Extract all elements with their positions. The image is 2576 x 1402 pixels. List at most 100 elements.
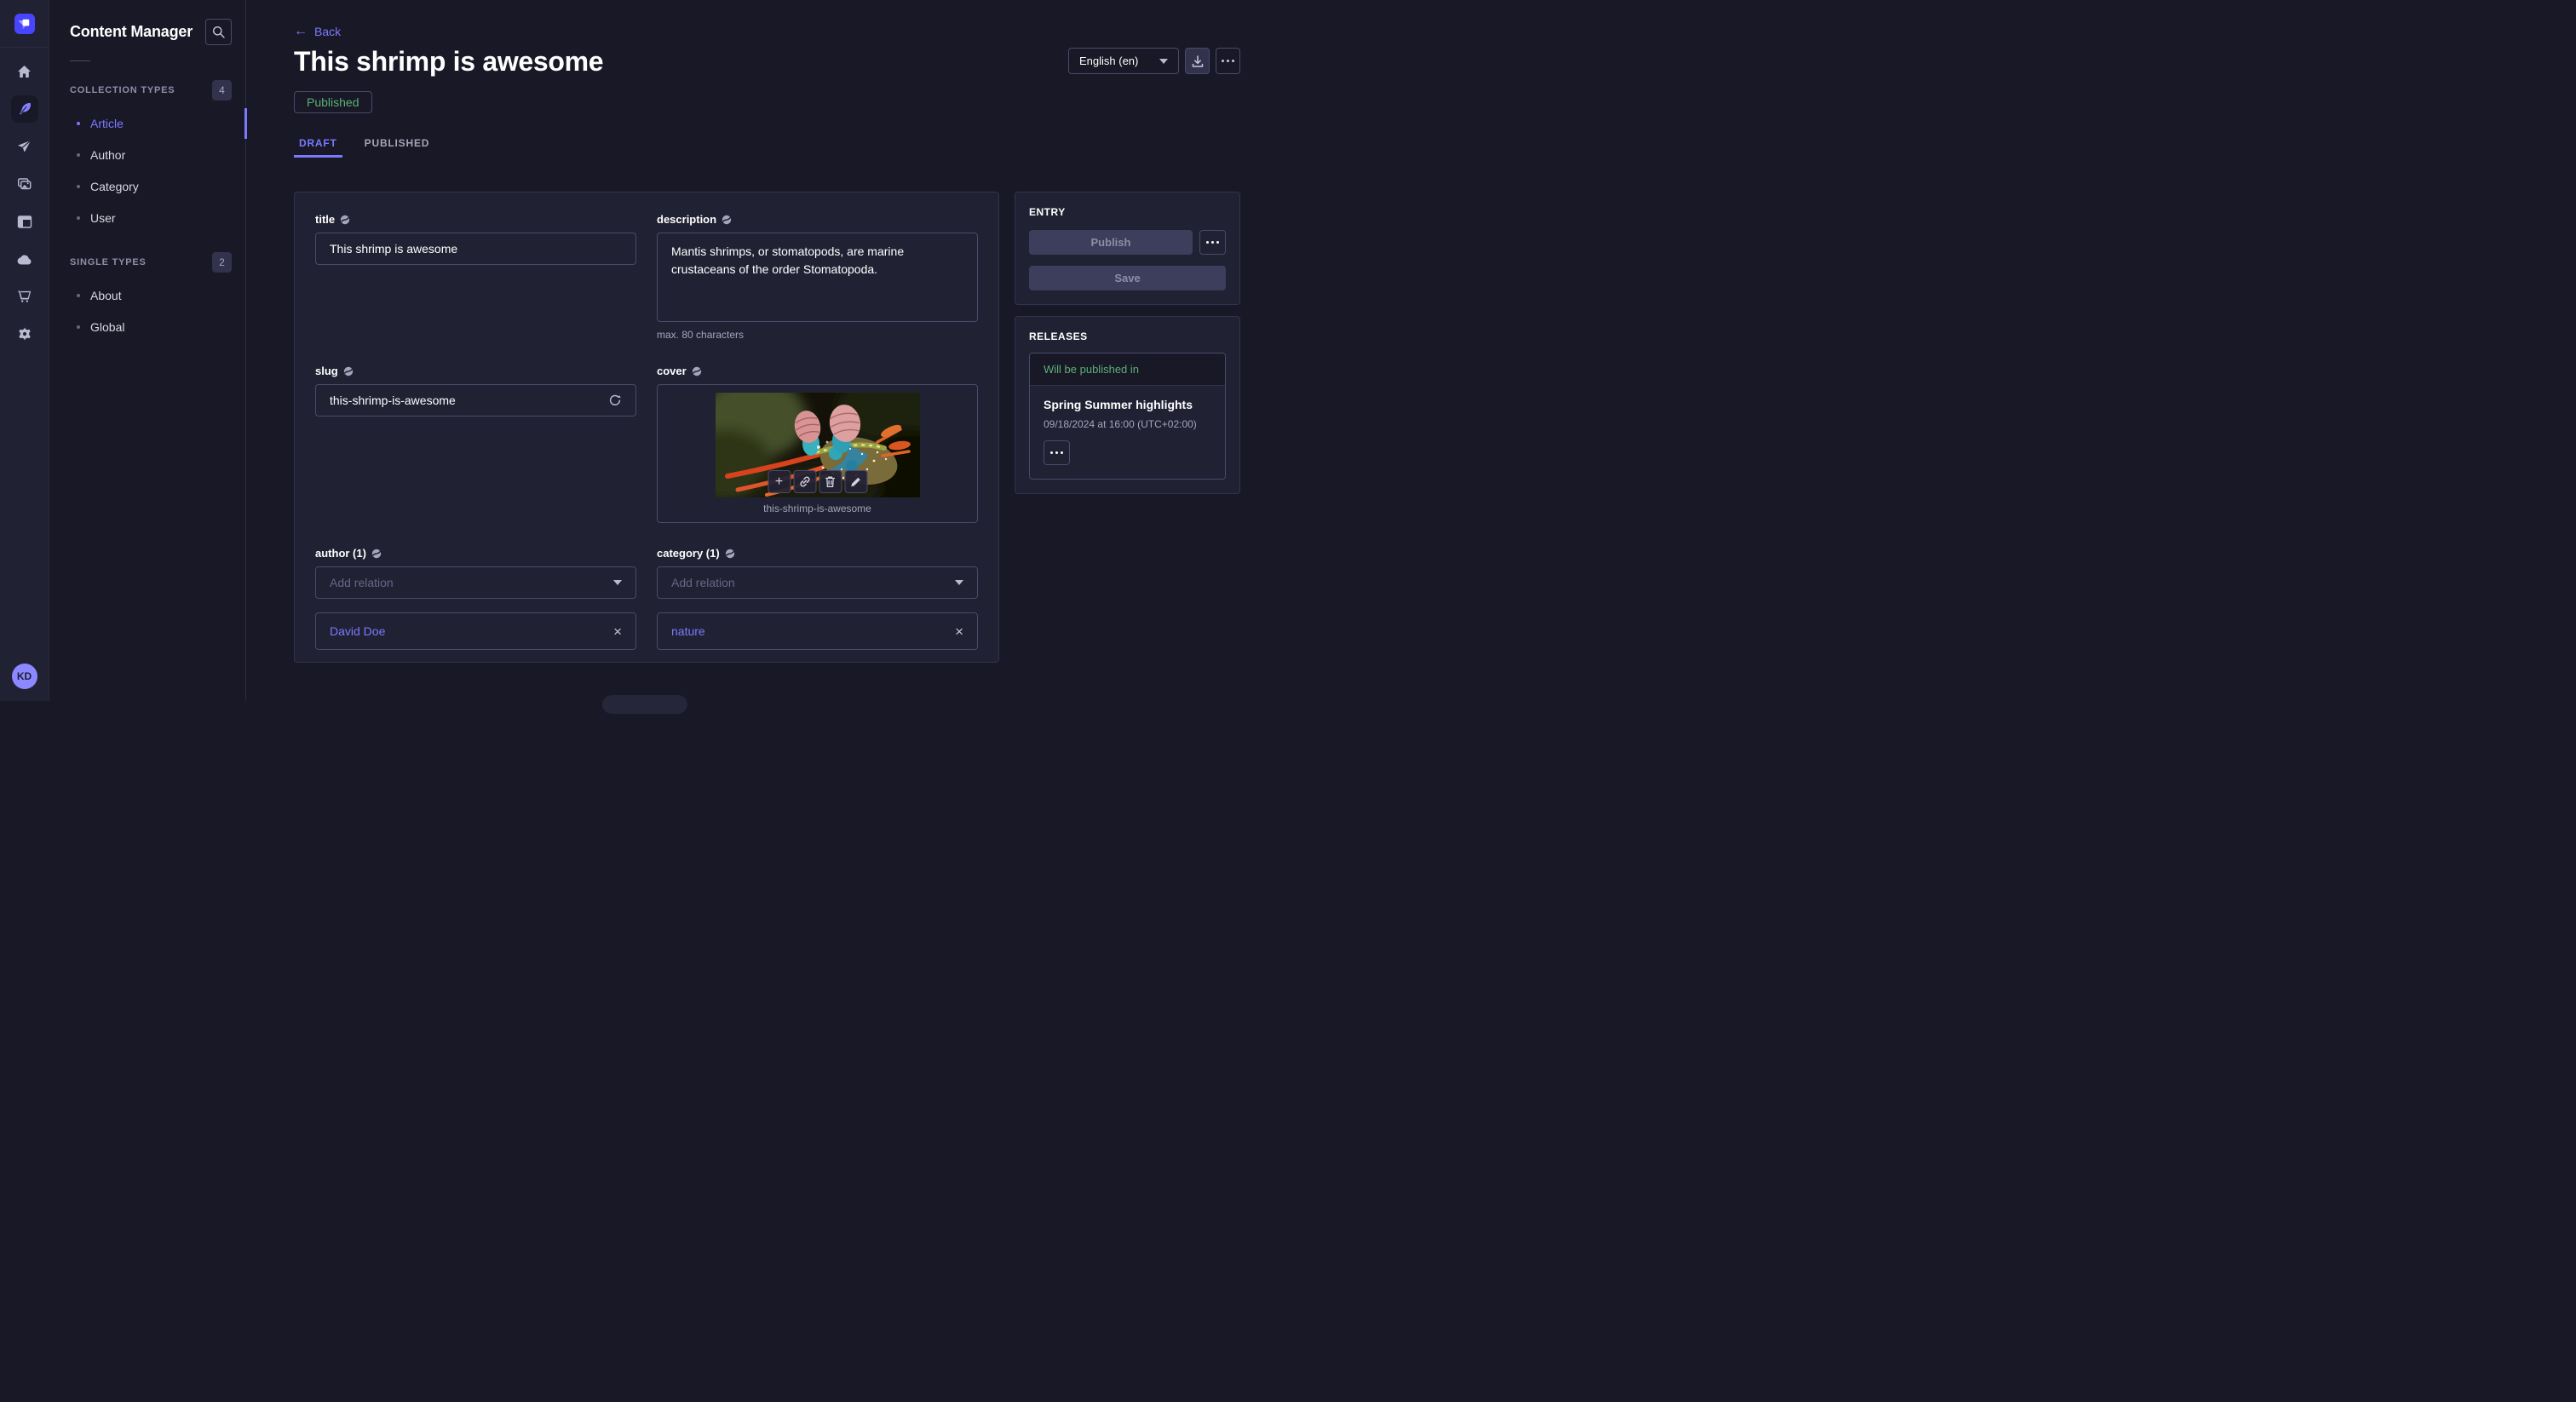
right-sidebar: ENTRY Publish Save RELEASES Will be publ…: [1015, 192, 1240, 494]
search-icon: [212, 26, 225, 38]
sidebar-item-author[interactable]: Author: [49, 139, 245, 170]
description-textarea[interactable]: Mantis shrimps, or stomatopods, are mari…: [657, 233, 978, 322]
field-slug: slug this-shrimp-is-awesome: [315, 365, 636, 523]
category-relation-item: nature ×: [657, 612, 978, 650]
remove-category-relation-icon[interactable]: ×: [955, 624, 963, 639]
back-link[interactable]: ← Back: [294, 25, 341, 38]
title-field-label: title: [315, 213, 335, 226]
edit-asset-button[interactable]: [844, 470, 867, 493]
release-card: Will be published in Spring Summer highl…: [1029, 353, 1226, 480]
field-title: title This shrimp is awesome: [315, 213, 636, 341]
category-relation-select[interactable]: Add relation: [657, 566, 978, 599]
sidebar-item-label: User: [90, 211, 116, 225]
field-author: author (1) Add relation David Doe ×: [315, 547, 636, 650]
single-types-label: SINGLE TYPES: [70, 257, 147, 267]
user-avatar[interactable]: KD: [12, 664, 37, 689]
bullet-icon: [77, 122, 80, 125]
slug-field-label: slug: [315, 365, 338, 377]
globe-icon: [722, 215, 732, 225]
author-relation-select[interactable]: Add relation: [315, 566, 636, 599]
entry-form-card: title This shrimp is awesome description: [294, 192, 999, 663]
rail-icon-list: [11, 58, 38, 348]
cover-image[interactable]: +: [716, 393, 920, 497]
cover-field-label: cover: [657, 365, 687, 377]
sidebar-item-about[interactable]: About: [49, 279, 245, 311]
delete-asset-button[interactable]: [819, 470, 842, 493]
entry-more-button[interactable]: [1199, 230, 1226, 255]
home-icon[interactable]: [11, 58, 38, 85]
bullet-icon: [77, 153, 80, 157]
logo-container: [0, 0, 49, 48]
slug-input-value: this-shrimp-is-awesome: [330, 394, 456, 407]
single-types-count-badge: 2: [212, 252, 232, 273]
sidebar-title: Content Manager: [70, 23, 193, 41]
sidebar-item-category[interactable]: Category: [49, 170, 245, 202]
download-button[interactable]: [1185, 48, 1210, 74]
content-manager-icon[interactable]: [11, 95, 38, 123]
strapi-logo[interactable]: [14, 14, 35, 34]
collection-types-count-badge: 4: [212, 80, 232, 101]
entry-panel-title: ENTRY: [1029, 206, 1226, 218]
releases-panel-title: RELEASES: [1029, 330, 1226, 342]
settings-gear-icon[interactable]: [11, 320, 38, 348]
back-label: Back: [314, 25, 341, 38]
author-relation-link[interactable]: David Doe: [330, 624, 385, 638]
bottom-partial-button[interactable]: [602, 695, 687, 714]
chevron-down-icon: [613, 580, 622, 585]
page-title: This shrimp is awesome: [294, 46, 603, 78]
chevron-down-icon: [955, 580, 963, 585]
media-library-icon[interactable]: [11, 170, 38, 198]
trash-icon: [825, 475, 837, 488]
bullet-icon: [77, 294, 80, 297]
search-button[interactable]: [205, 19, 232, 45]
single-types-section: SINGLE TYPES 2 About Global: [49, 252, 245, 342]
copy-link-button[interactable]: [793, 470, 816, 493]
link-icon: [798, 475, 811, 488]
send-icon[interactable]: [11, 133, 38, 160]
sidebar-item-label: Author: [90, 148, 125, 162]
back-arrow-icon: ←: [294, 25, 308, 38]
ellipsis-icon: [1206, 241, 1219, 244]
bullet-icon: [77, 325, 80, 329]
cover-toolbar: +: [768, 470, 867, 493]
bullet-icon: [77, 185, 80, 188]
release-name: Spring Summer highlights: [1044, 398, 1211, 411]
release-status: Will be published in: [1030, 353, 1225, 386]
description-hint: max. 80 characters: [657, 329, 978, 341]
sidebar-item-label: About: [90, 289, 122, 302]
status-badge: Published: [294, 91, 372, 113]
title-input[interactable]: This shrimp is awesome: [315, 233, 636, 265]
tab-draft[interactable]: DRAFT: [294, 137, 342, 158]
ellipsis-icon: [1050, 451, 1063, 454]
locale-select[interactable]: English (en): [1068, 48, 1179, 74]
bullet-icon: [77, 216, 80, 220]
sidebar-item-global[interactable]: Global: [49, 311, 245, 342]
sidebar-item-user[interactable]: User: [49, 202, 245, 233]
regenerate-slug-icon[interactable]: [608, 394, 622, 407]
content-type-builder-icon[interactable]: [11, 208, 38, 235]
globe-icon: [340, 215, 350, 225]
cloud-icon[interactable]: [11, 245, 38, 273]
field-category: category (1) Add relation nature ×: [657, 547, 978, 650]
save-button[interactable]: Save: [1029, 266, 1226, 290]
header-more-button[interactable]: [1216, 48, 1240, 74]
globe-icon: [371, 549, 382, 559]
release-more-button[interactable]: [1044, 440, 1070, 465]
version-tabs: DRAFT PUBLISHED: [294, 137, 1240, 158]
publish-button[interactable]: Publish: [1029, 230, 1193, 255]
remove-author-relation-icon[interactable]: ×: [613, 624, 622, 639]
sidebar-divider: [70, 60, 90, 61]
add-asset-button[interactable]: +: [768, 470, 791, 493]
description-field-label: description: [657, 213, 716, 226]
sidebar-item-article[interactable]: Article: [49, 107, 245, 139]
header-controls: English (en): [1068, 48, 1240, 74]
download-icon: [1191, 55, 1205, 68]
title-input-value: This shrimp is awesome: [330, 242, 457, 256]
cover-field-box: +: [657, 384, 978, 523]
marketplace-cart-icon[interactable]: [11, 283, 38, 310]
content-manager-sidebar: Content Manager COLLECTION TYPES 4 Artic…: [49, 0, 246, 701]
tab-published[interactable]: PUBLISHED: [359, 137, 435, 158]
collection-types-label: COLLECTION TYPES: [70, 85, 175, 95]
slug-input[interactable]: this-shrimp-is-awesome: [315, 384, 636, 417]
category-relation-link[interactable]: nature: [671, 624, 705, 638]
